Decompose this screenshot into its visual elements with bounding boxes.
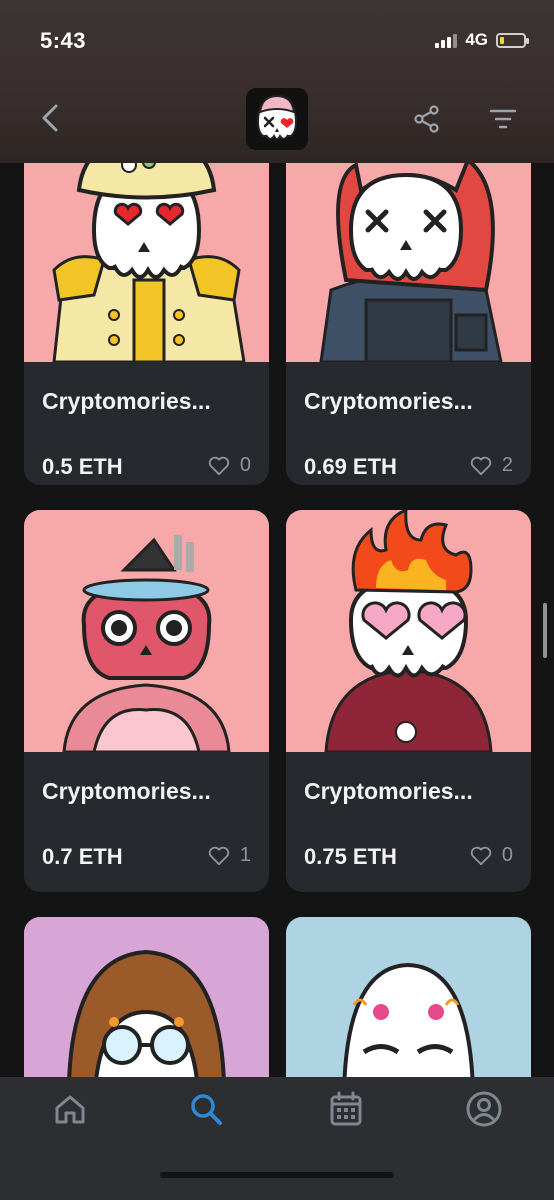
tab-calendar[interactable]	[326, 1089, 366, 1129]
search-icon	[191, 1094, 222, 1125]
nft-image	[24, 510, 269, 752]
home-icon	[55, 1095, 85, 1124]
home-indicator[interactable]	[160, 1172, 394, 1178]
nft-card[interactable]: Cryptomories... 0.5 ETH 0	[24, 120, 269, 485]
bottom-tab-bar	[0, 1077, 554, 1200]
tab-home[interactable]	[50, 1089, 90, 1129]
nft-grid: Cryptomories... 0.5 ETH 0 Cryptomories..…	[0, 0, 554, 1200]
nft-price: 0.7 ETH	[42, 844, 123, 869]
like-count: 2	[501, 454, 513, 476]
nft-title: Cryptomories...	[42, 778, 211, 804]
back-button[interactable]	[36, 100, 66, 136]
nft-price: 0.5 ETH	[42, 454, 123, 479]
tab-profile[interactable]	[464, 1089, 504, 1129]
nft-price: 0.75 ETH	[304, 844, 397, 869]
nft-card[interactable]: Cryptomories... 0.75 ETH 0	[286, 510, 531, 892]
filter-icon	[489, 109, 517, 129]
app-header: 5:43 4G	[0, 0, 554, 163]
skull-brain-logo	[256, 94, 298, 140]
chevron-left-icon	[42, 104, 58, 132]
filter-button[interactable]	[488, 106, 518, 132]
heart-icon	[208, 456, 230, 475]
nft-image	[286, 510, 531, 752]
status-indicators: 4G	[435, 30, 529, 50]
nft-title: Cryptomories...	[304, 388, 473, 414]
share-button[interactable]	[412, 104, 442, 134]
signal-icon	[435, 32, 458, 48]
like-control[interactable]: 1	[208, 844, 251, 867]
share-icon	[414, 105, 439, 133]
like-count: 0	[501, 844, 513, 866]
heart-icon	[470, 846, 492, 865]
calendar-icon	[330, 1091, 362, 1126]
nft-price: 0.69 ETH	[304, 454, 397, 479]
collection-logo[interactable]	[246, 88, 308, 150]
like-count: 1	[239, 844, 251, 866]
like-control[interactable]: 0	[208, 454, 251, 477]
heart-icon	[470, 456, 492, 475]
scrollbar[interactable]	[543, 603, 547, 658]
like-control[interactable]: 0	[470, 844, 513, 867]
battery-icon	[496, 32, 529, 48]
nft-title: Cryptomories...	[42, 388, 211, 414]
network-label: 4G	[465, 30, 488, 49]
tab-search[interactable]	[186, 1089, 226, 1129]
nft-title: Cryptomories...	[304, 778, 473, 804]
profile-icon	[466, 1091, 502, 1127]
nft-card[interactable]: Cryptomories... 0.7 ETH 1	[24, 510, 269, 892]
like-control[interactable]: 2	[470, 454, 513, 477]
like-count: 0	[239, 454, 251, 476]
heart-icon	[208, 846, 230, 865]
nft-card[interactable]: Cryptomories... 0.69 ETH 2	[286, 120, 531, 485]
status-time: 5:43	[40, 28, 87, 53]
